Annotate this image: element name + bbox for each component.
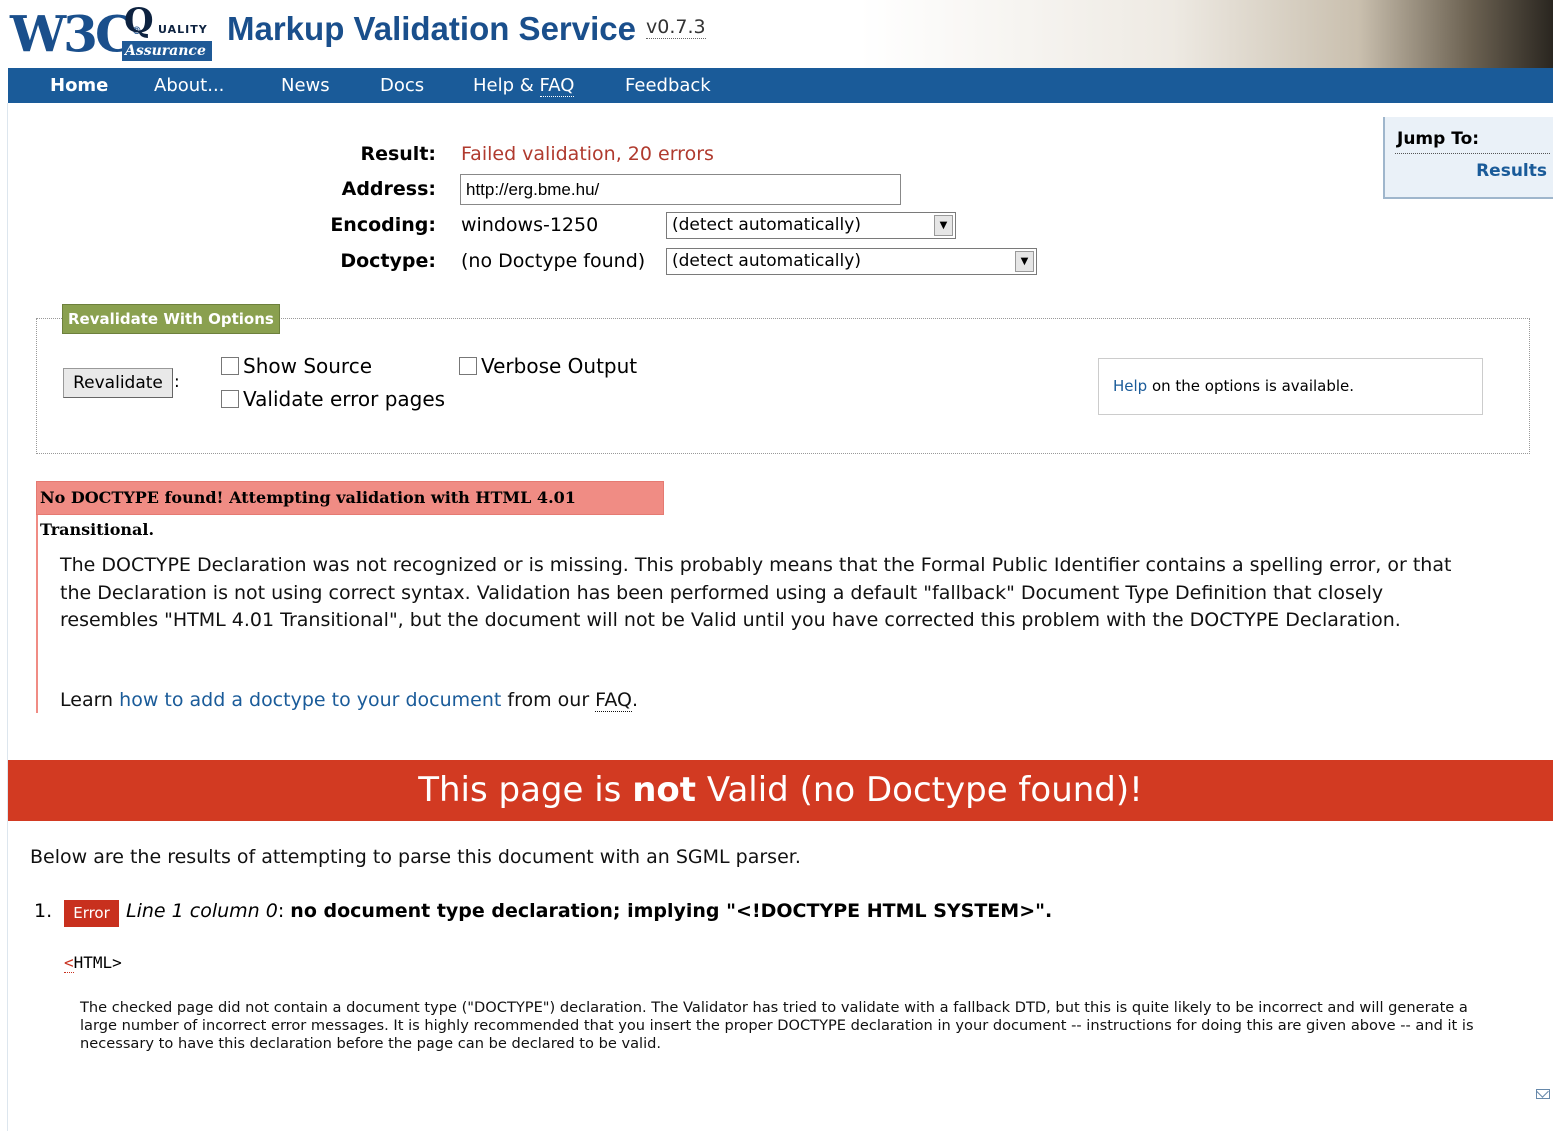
doctype-warning-heading: No DOCTYPE found! Attempting validation … bbox=[36, 481, 664, 539]
options-help-text: on the options is available. bbox=[1147, 377, 1355, 395]
show-source-label: Show Source bbox=[243, 354, 373, 378]
qa-logo[interactable]: Q UALITY Assurance bbox=[122, 1, 212, 61]
options-help-link[interactable]: Help bbox=[1113, 377, 1147, 395]
mail-icon[interactable] bbox=[1536, 1089, 1550, 1099]
header-banner: W3C® Q UALITY Assurance Markup Validatio… bbox=[0, 0, 1553, 68]
error-source-snippet: <HTML> bbox=[64, 953, 122, 973]
results-intro: Below are the results of attempting to p… bbox=[30, 846, 801, 868]
app-version[interactable]: v0.7.3 bbox=[646, 16, 706, 39]
error-message: no document type declaration; implying "… bbox=[290, 900, 1053, 922]
error-message-line: Line 1 column 0: no document type declar… bbox=[126, 900, 1052, 922]
validate-error-pages-option[interactable]: Validate error pages bbox=[221, 387, 445, 411]
learn-suffix: . bbox=[631, 689, 639, 711]
show-source-option[interactable]: Show Source bbox=[221, 354, 372, 378]
validate-error-pages-checkbox[interactable] bbox=[221, 390, 239, 408]
options-help-box: Help on the options is available. bbox=[1098, 358, 1483, 415]
status-emphasis: not bbox=[632, 770, 697, 810]
qa-logo-quality: UALITY bbox=[158, 23, 208, 36]
nav-amp: & bbox=[514, 75, 540, 96]
address-label: Address: bbox=[341, 178, 436, 200]
add-doctype-link[interactable]: how to add a doctype to your document bbox=[119, 689, 501, 711]
page-left-rule bbox=[7, 103, 8, 1131]
result-label: Result: bbox=[360, 143, 436, 165]
encoding-select-value: (detect automatically) bbox=[672, 215, 861, 235]
banner-tree-image bbox=[860, 0, 1553, 68]
result-value: Failed validation, 20 errors bbox=[461, 143, 714, 165]
doctype-learn-line: Learn how to add a doctype to your docum… bbox=[60, 687, 638, 715]
nav-home[interactable]: Home bbox=[50, 68, 108, 103]
doctype-warning-rule bbox=[36, 515, 38, 713]
validation-status-banner: This page is not Valid (no Doctype found… bbox=[8, 760, 1553, 821]
verbose-output-checkbox[interactable] bbox=[459, 357, 477, 375]
nav-docs[interactable]: Docs bbox=[380, 68, 424, 103]
validate-error-pages-label: Validate error pages bbox=[243, 387, 446, 411]
main-nav: Home About... News Docs Help & FAQ Feedb… bbox=[8, 68, 1553, 103]
qa-logo-assurance: Assurance bbox=[122, 41, 212, 61]
nav-news[interactable]: News bbox=[281, 68, 330, 103]
doctype-select[interactable]: (detect automatically) ▼ bbox=[666, 248, 1037, 275]
verbose-output-option[interactable]: Verbose Output bbox=[459, 354, 637, 378]
faq-link[interactable]: FAQ bbox=[595, 689, 632, 712]
learn-middle: from our bbox=[501, 689, 596, 711]
doctype-label: Doctype: bbox=[340, 250, 436, 272]
nav-help-label: Help bbox=[473, 75, 515, 96]
doctype-value: (no Doctype found) bbox=[461, 250, 646, 272]
verbose-output-label: Verbose Output bbox=[481, 354, 638, 378]
jump-to-box: Jump To: Results bbox=[1383, 117, 1553, 199]
status-suffix: Valid (no Doctype found)! bbox=[696, 770, 1143, 810]
error-source-text: HTML> bbox=[73, 953, 122, 972]
revalidate-colon: : bbox=[174, 372, 180, 392]
jump-to-divider bbox=[1395, 153, 1550, 154]
chevron-down-icon[interactable]: ▼ bbox=[1015, 251, 1034, 272]
learn-prefix: Learn bbox=[60, 689, 120, 711]
nav-feedback[interactable]: Feedback bbox=[625, 68, 711, 103]
app-title: Markup Validation Service bbox=[227, 10, 636, 47]
nav-help-faq[interactable]: Help & FAQ bbox=[473, 68, 575, 103]
show-source-checkbox[interactable] bbox=[221, 357, 239, 375]
doctype-select-value: (detect automatically) bbox=[672, 251, 861, 271]
jump-to-title: Jump To: bbox=[1397, 129, 1480, 149]
encoding-select[interactable]: (detect automatically) ▼ bbox=[666, 212, 956, 239]
revalidate-options-legend: Revalidate With Options bbox=[62, 304, 280, 334]
qa-logo-q: Q bbox=[124, 1, 154, 41]
revalidate-button[interactable]: Revalidate bbox=[63, 368, 173, 398]
encoding-value: windows-1250 bbox=[461, 214, 599, 236]
status-prefix: This page is bbox=[418, 770, 633, 810]
doctype-warning-paragraph: The DOCTYPE Declaration was not recogniz… bbox=[60, 554, 1452, 631]
error-separator: : bbox=[277, 900, 291, 922]
encoding-label: Encoding: bbox=[330, 214, 436, 236]
chevron-down-icon[interactable]: ▼ bbox=[934, 215, 953, 236]
error-number: 1. bbox=[34, 900, 53, 922]
jump-to-results-link[interactable]: Results bbox=[1476, 161, 1547, 181]
nav-about[interactable]: About... bbox=[154, 68, 224, 103]
nav-faq-label: FAQ bbox=[539, 75, 575, 97]
error-explanation: The checked page did not contain a docum… bbox=[80, 999, 1474, 1052]
error-source-marker: < bbox=[64, 953, 74, 973]
error-badge: Error bbox=[64, 900, 119, 927]
error-location: Line 1 column 0 bbox=[126, 900, 278, 922]
address-input[interactable] bbox=[460, 174, 901, 205]
